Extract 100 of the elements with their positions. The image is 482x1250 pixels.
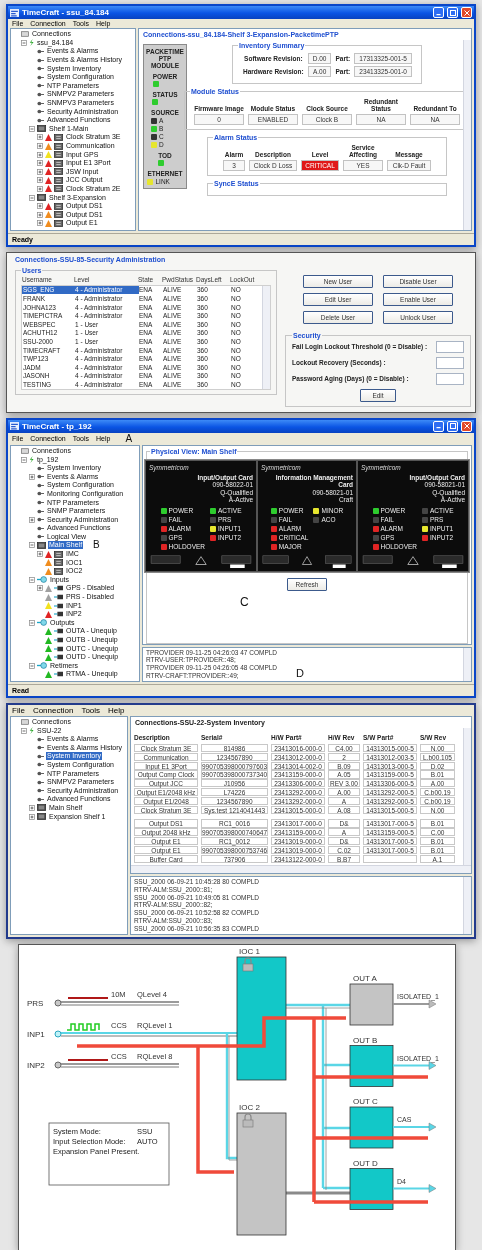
scrollbar[interactable] — [262, 285, 270, 389]
collapse-icon[interactable] — [29, 662, 35, 669]
expand-icon[interactable] — [37, 220, 43, 227]
output-label: OUT C — [353, 1096, 378, 1106]
plug-icon — [37, 796, 44, 802]
plug-icon — [37, 525, 44, 531]
output-arrow — [392, 1183, 437, 1193]
plug-icon — [37, 745, 44, 751]
maximize-button[interactable] — [447, 420, 458, 432]
plug-icon — [37, 788, 44, 794]
shelf-icon — [37, 542, 46, 549]
port-icon — [54, 654, 63, 661]
input-field[interactable] — [436, 372, 464, 385]
lightning-icon — [29, 456, 34, 464]
scrollbar[interactable] — [131, 865, 471, 874]
plug-icon — [37, 736, 44, 742]
plug-icon — [37, 49, 44, 54]
menu-item[interactable]: File — [12, 705, 25, 715]
connector-icon — [37, 662, 47, 670]
padlock-icon — [242, 957, 254, 971]
collapse-icon[interactable] — [29, 576, 35, 583]
expand-icon[interactable] — [37, 143, 43, 149]
plug-icon — [37, 534, 44, 540]
annotation-letter: B — [93, 540, 100, 551]
app-icon — [10, 422, 19, 431]
expand-icon[interactable] — [29, 813, 35, 820]
close-button[interactable] — [461, 420, 472, 432]
scrollbar[interactable] — [463, 727, 471, 866]
connector-icon — [54, 999, 62, 1007]
standby-line — [286, 1191, 350, 1195]
maximize-icon — [449, 9, 456, 16]
output-label: OUT A — [353, 973, 377, 983]
collapse-icon[interactable] — [21, 456, 27, 463]
close-icon — [463, 423, 470, 430]
scrollbar[interactable] — [463, 877, 471, 934]
collapse-icon[interactable] — [21, 39, 27, 46]
expand-icon[interactable] — [37, 203, 43, 210]
maximize-button[interactable] — [447, 7, 458, 18]
plug-icon — [37, 66, 44, 72]
expand-icon[interactable] — [29, 804, 35, 811]
window-title: TimeCraft - tp_192 — [22, 421, 92, 431]
lightning-icon — [29, 39, 34, 47]
plug-icon — [37, 83, 44, 89]
expand-icon[interactable] — [37, 134, 43, 141]
input-field[interactable] — [436, 356, 464, 369]
minimize-button[interactable] — [433, 7, 444, 18]
collapse-icon[interactable] — [29, 542, 35, 549]
ioc-card[interactable] — [236, 1112, 287, 1236]
plug-icon — [37, 57, 44, 63]
ioc-card[interactable] — [236, 956, 287, 1081]
square-wave-icon — [66, 1022, 100, 1031]
scrollbar[interactable] — [463, 40, 471, 230]
port-icon — [54, 645, 63, 652]
input-field[interactable] — [436, 340, 464, 353]
plug-icon — [37, 753, 44, 759]
collapse-icon[interactable] — [29, 619, 35, 626]
computer-icon — [21, 31, 29, 38]
card-label: IOC 1 — [239, 946, 260, 956]
plug-icon — [37, 517, 44, 523]
output-arrow — [392, 999, 437, 1008]
expand-icon[interactable] — [37, 186, 43, 192]
expand-icon[interactable] — [37, 585, 43, 592]
menu-item[interactable]: Connection — [32, 705, 74, 715]
annotation-letter: D — [296, 667, 304, 679]
collapse-icon[interactable] — [29, 194, 35, 201]
computer-icon — [21, 447, 29, 454]
menu-item[interactable]: Tools — [81, 705, 101, 715]
plug-icon — [37, 779, 44, 785]
padlock-icon — [242, 1113, 254, 1127]
expand-icon[interactable] — [37, 551, 43, 558]
output-label: OUT D — [353, 1158, 378, 1168]
collapse-icon[interactable] — [29, 125, 35, 132]
plug-icon — [37, 474, 44, 480]
computer-icon — [21, 719, 29, 725]
expand-icon[interactable] — [37, 177, 43, 184]
expand-icon[interactable] — [37, 160, 43, 167]
menu-item[interactable]: Help — [108, 705, 125, 715]
card-label: IOC 2 — [239, 1102, 260, 1112]
shelf-icon — [37, 125, 46, 133]
connector-icon — [54, 1061, 62, 1069]
scrollbar[interactable] — [463, 647, 471, 681]
plug-icon — [37, 117, 44, 123]
expand-icon[interactable] — [29, 473, 35, 480]
output-arrow — [392, 1122, 437, 1131]
expand-icon[interactable] — [37, 168, 43, 175]
plug-icon — [37, 465, 44, 471]
minimize-button[interactable] — [433, 420, 444, 432]
close-icon — [463, 9, 470, 16]
close-button[interactable] — [461, 7, 472, 18]
plug-icon — [37, 762, 44, 768]
plug-icon — [37, 109, 44, 115]
output-module[interactable] — [349, 1044, 394, 1087]
annotation-letter: C — [240, 595, 249, 608]
annotation-letter: A — [125, 433, 133, 444]
output-module[interactable] — [349, 1167, 394, 1210]
plug-icon — [37, 771, 44, 777]
expand-icon[interactable] — [37, 211, 43, 218]
collapse-icon[interactable] — [21, 727, 27, 734]
expand-icon[interactable] — [29, 516, 35, 523]
expand-icon[interactable] — [37, 151, 43, 158]
